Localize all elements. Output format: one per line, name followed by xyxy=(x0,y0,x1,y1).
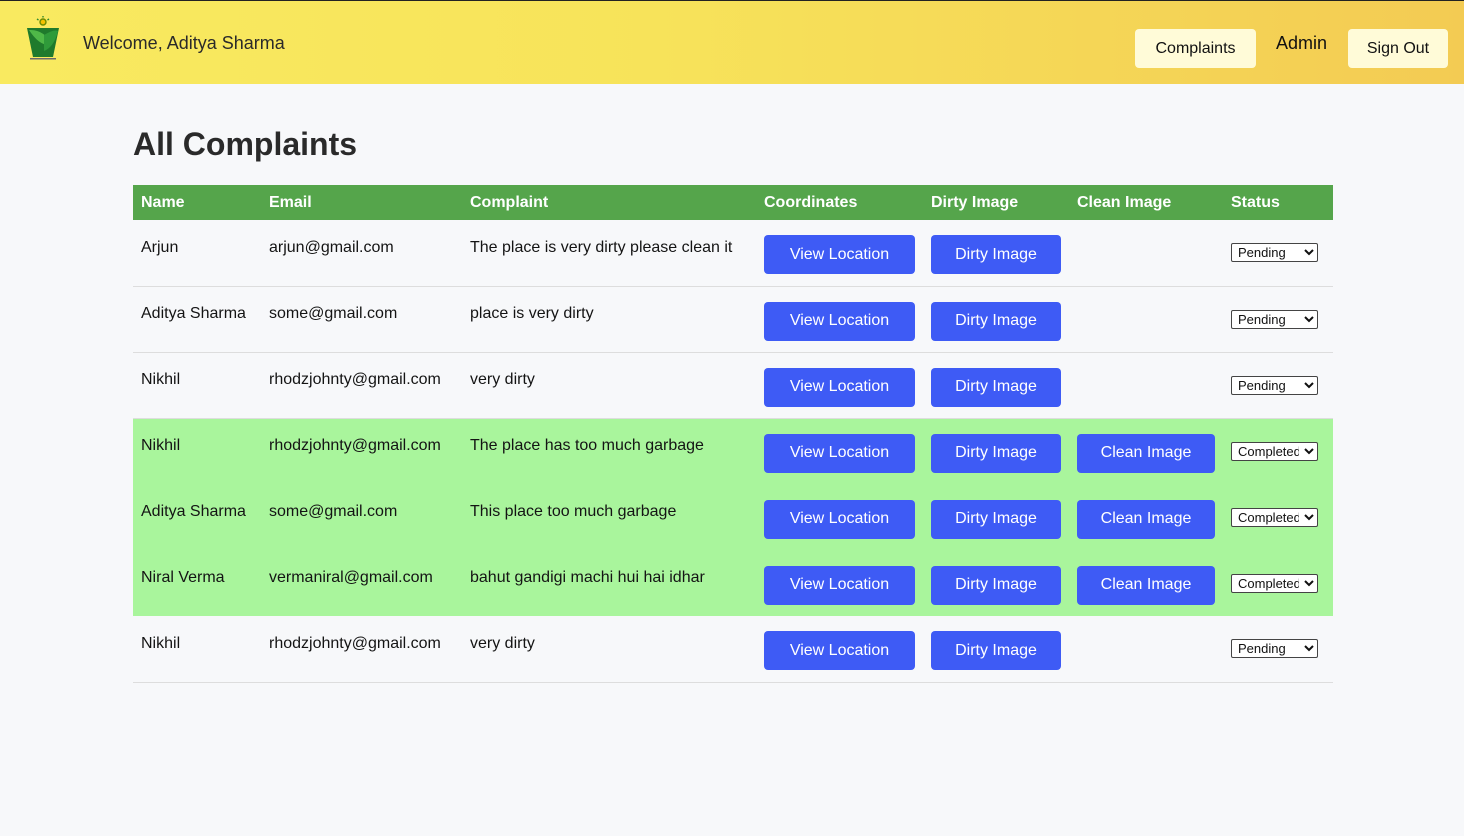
cell-name: Nikhil xyxy=(141,371,181,388)
cell-complaint: This place too much garbage xyxy=(470,503,677,520)
cell-email: arjun@gmail.com xyxy=(269,238,394,256)
clean-image-button[interactable]: Clean Image xyxy=(1077,565,1215,605)
clean-image-button[interactable]: Clean Image xyxy=(1077,499,1215,539)
status-select[interactable]: Pending xyxy=(1231,243,1318,263)
status-select[interactable]: Pending xyxy=(1231,375,1318,395)
dirty-image-button[interactable]: Dirty Image xyxy=(931,301,1061,341)
empty-clean-cell xyxy=(1069,286,1223,352)
column-header-status: Status xyxy=(1231,193,1280,211)
cell-name: Aditya Sharma xyxy=(141,503,246,520)
table-header-row: Name Email Complaint Coordinates Dirty I… xyxy=(133,185,1333,220)
table-row: Nikhil rhodzjohnty@gmail.com very dirty Vie… xyxy=(133,352,1333,418)
cell-email: vermaniral@gmail.com xyxy=(269,569,433,586)
view-location-button[interactable]: View Location xyxy=(764,367,915,407)
view-location-button[interactable]: View Location xyxy=(764,301,915,341)
table-body: Arjun arjun@gmail.com The place is very di… xyxy=(133,220,1333,682)
cell-email: some@gmail.com xyxy=(269,305,398,322)
status-select[interactable]: Completed xyxy=(1231,507,1318,527)
cell-email: some@gmail.com xyxy=(269,503,398,520)
table-row: Niral Verma vermaniral@gmail.com bahut gan… xyxy=(133,550,1333,616)
cell-email: rhodzjohnty@gmail.com xyxy=(269,437,441,455)
cell-complaint: The place is very dirty please clean it xyxy=(470,238,733,256)
complaints-button[interactable]: Complaints xyxy=(1135,29,1256,68)
dirty-image-button[interactable]: Dirty Image xyxy=(931,433,1061,473)
cell-complaint: very dirty xyxy=(470,371,535,388)
cell-complaint: very dirty xyxy=(470,634,535,652)
table-row: Arjun arjun@gmail.com The place is very di… xyxy=(133,220,1333,286)
column-header-name: Name xyxy=(141,193,185,211)
status-select[interactable]: Completed xyxy=(1231,441,1318,461)
table-row: Nikhil rhodzjohnty@gmail.com very dirty Vie… xyxy=(133,616,1333,682)
dirty-image-button[interactable]: Dirty Image xyxy=(931,565,1061,605)
table-row: Aditya Sharma some@gmail.com place is very… xyxy=(133,286,1333,352)
top-header: Welcome, Aditya Sharma Complaints Admin … xyxy=(0,0,1464,84)
cell-complaint: bahut gandigi machi hui hai idhar xyxy=(470,569,705,586)
empty-clean-cell xyxy=(1069,352,1223,418)
table-row: Aditya Sharma some@gmail.com This place to… xyxy=(133,484,1333,550)
cell-email: rhodzjohnty@gmail.com xyxy=(269,634,441,652)
dirty-image-button[interactable]: Dirty Image xyxy=(931,367,1061,407)
column-header-clean-image: Clean Image xyxy=(1077,193,1172,211)
cell-name: Aditya Sharma xyxy=(141,305,246,322)
admin-label: Admin xyxy=(1276,33,1328,53)
column-header-coordinates: Coordinates xyxy=(764,193,858,211)
welcome-text: Welcome, Aditya Sharma xyxy=(83,33,285,53)
cell-email: rhodzjohnty@gmail.com xyxy=(269,371,441,388)
column-header-complaint: Complaint xyxy=(470,193,549,211)
status-select[interactable]: Pending xyxy=(1231,309,1318,329)
dirty-image-button[interactable]: Dirty Image xyxy=(931,631,1061,671)
empty-clean-cell xyxy=(1069,220,1223,286)
leaf-basket-logo[interactable] xyxy=(24,15,62,61)
cell-name: Niral Verma xyxy=(141,569,225,586)
column-header-email: Email xyxy=(269,193,312,211)
dirty-image-button[interactable]: Dirty Image xyxy=(931,499,1061,539)
status-select[interactable]: Completed xyxy=(1231,573,1318,593)
complaints-table: Name Email Complaint Coordinates Dirty I… xyxy=(133,185,1333,683)
view-location-button[interactable]: View Location xyxy=(764,565,915,605)
status-select[interactable]: Pending xyxy=(1231,639,1318,659)
table-row: Nikhil rhodzjohnty@gmail.com The place has… xyxy=(133,418,1333,484)
empty-clean-cell xyxy=(1069,616,1223,682)
page-title: All Complaints xyxy=(133,126,358,162)
view-location-button[interactable]: View Location xyxy=(764,235,915,275)
clean-image-button[interactable]: Clean Image xyxy=(1077,433,1215,473)
cell-name: Nikhil xyxy=(141,634,181,652)
cell-name: Arjun xyxy=(141,238,179,256)
view-location-button[interactable]: View Location xyxy=(764,631,915,671)
dirty-image-button[interactable]: Dirty Image xyxy=(931,235,1061,275)
cell-name: Nikhil xyxy=(141,437,181,455)
column-header-dirty-image: Dirty Image xyxy=(931,193,1019,211)
view-location-button[interactable]: View Location xyxy=(764,499,915,539)
cell-complaint: The place has too much garbage xyxy=(470,437,704,455)
view-location-button[interactable]: View Location xyxy=(764,433,915,473)
sign-out-button[interactable]: Sign Out xyxy=(1348,29,1448,68)
cell-complaint: place is very dirty xyxy=(470,305,594,322)
